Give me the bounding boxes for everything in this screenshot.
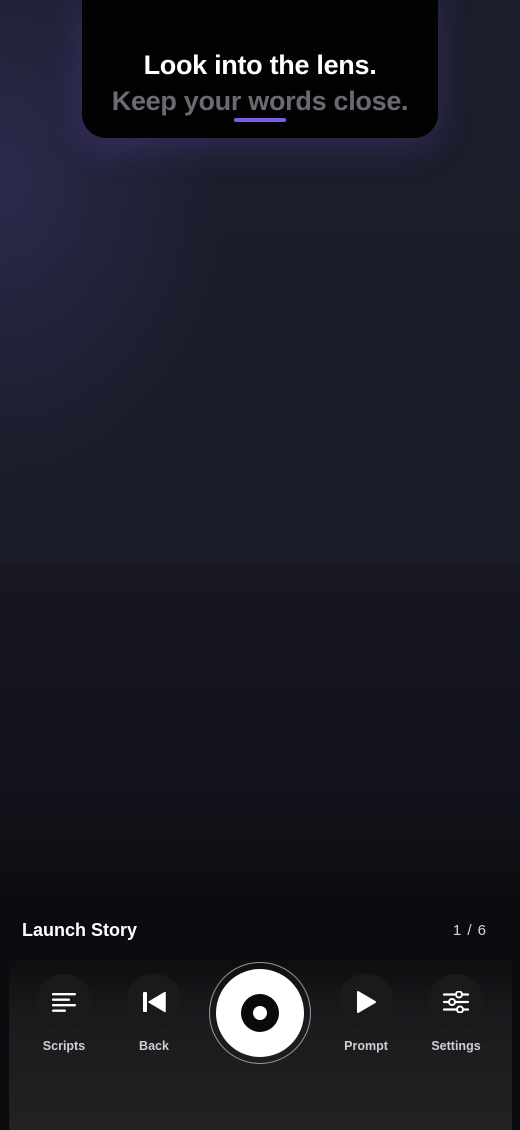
back-button-circle[interactable] bbox=[126, 974, 182, 1030]
scripts-button-circle[interactable] bbox=[36, 974, 92, 1030]
back-button[interactable]: Back bbox=[126, 974, 182, 1053]
scripts-button[interactable]: Scripts bbox=[36, 974, 92, 1053]
teleprompter-panel: Look into the lens. Keep your words clos… bbox=[82, 0, 438, 138]
prompt-button[interactable]: Prompt bbox=[338, 974, 394, 1053]
sliders-icon bbox=[443, 991, 469, 1013]
settings-button[interactable]: Settings bbox=[428, 974, 484, 1053]
page-counter: 1 / 6 bbox=[452, 922, 487, 939]
prompter-next-line: Keep your words close. bbox=[111, 86, 409, 116]
settings-label: Settings bbox=[431, 1039, 481, 1053]
settings-button-circle[interactable] bbox=[428, 974, 484, 1030]
record-button-face[interactable] bbox=[216, 969, 304, 1057]
back-label: Back bbox=[139, 1039, 169, 1053]
play-icon bbox=[357, 991, 376, 1013]
scripts-label: Scripts bbox=[42, 1039, 86, 1053]
prompt-label: Prompt bbox=[344, 1039, 388, 1053]
record-icon-dot bbox=[253, 1006, 267, 1020]
skip-back-icon bbox=[143, 991, 166, 1013]
prompter-current-line: Look into the lens. bbox=[143, 50, 377, 80]
list-icon bbox=[52, 993, 76, 1012]
prompt-button-circle[interactable] bbox=[338, 974, 394, 1030]
prompter-progress-indicator bbox=[234, 118, 286, 122]
script-title: Launch Story bbox=[22, 920, 138, 940]
record-button[interactable] bbox=[209, 962, 311, 1064]
record-icon bbox=[241, 994, 279, 1032]
